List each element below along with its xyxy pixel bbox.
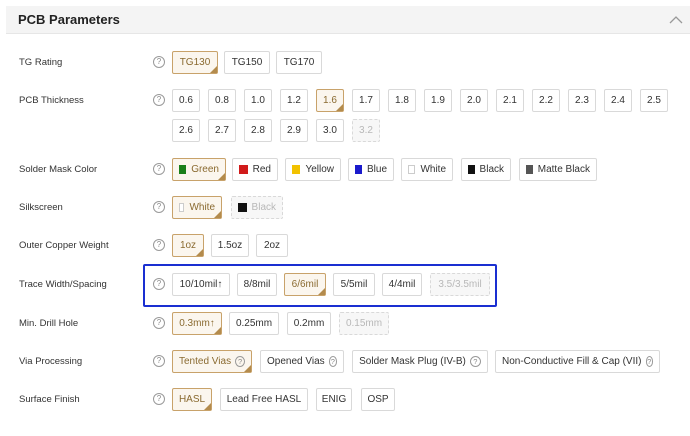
matte-black-swatch-icon — [526, 165, 533, 174]
drill-hole-help-icon[interactable]: ? — [153, 317, 165, 329]
via-option-tented[interactable]: Tented Vias? — [172, 350, 252, 373]
trace-width-label: Trace Width/Spacing — [19, 279, 107, 290]
surface-finish-help-icon[interactable]: ? — [153, 393, 165, 405]
drill-option-0-3mm[interactable]: 0.3mm↑ — [172, 312, 222, 335]
drill-option-0-15mm: 0.15mm — [339, 312, 389, 335]
thickness-option-1-8[interactable]: 1.8 — [388, 89, 416, 112]
finish-option-enig[interactable]: ENIG — [316, 388, 352, 411]
thickness-option-2-5[interactable]: 2.5 — [640, 89, 668, 112]
drill-option-0-2mm[interactable]: 0.2mm — [287, 312, 331, 335]
thickness-option-0-8[interactable]: 0.8 — [208, 89, 236, 112]
thickness-option-0-6[interactable]: 0.6 — [172, 89, 200, 112]
tg-option-tg130[interactable]: TG130 — [172, 51, 218, 74]
thickness-option-2-7[interactable]: 2.7 — [208, 119, 236, 142]
via-processing-help-icon[interactable]: ? — [153, 355, 165, 367]
tg-rating-help-icon[interactable]: ? — [153, 56, 165, 68]
white-swatch-icon — [179, 203, 185, 212]
via-option-opened[interactable]: Opened Vias? — [260, 350, 344, 373]
surface-finish-label: Surface Finish — [19, 394, 80, 405]
black-swatch-icon — [238, 203, 247, 212]
thickness-option-1-9[interactable]: 1.9 — [424, 89, 452, 112]
opened-vias-help-icon[interactable]: ? — [328, 356, 337, 367]
mask-option-black[interactable]: Black — [461, 158, 511, 181]
copper-weight-label: Outer Copper Weight — [19, 240, 109, 251]
mask-option-white[interactable]: White — [401, 158, 453, 181]
mask-option-red[interactable]: Red — [232, 158, 278, 181]
black-swatch-icon — [468, 165, 475, 174]
blue-swatch-icon — [355, 165, 362, 174]
mask-option-yellow[interactable]: Yellow — [285, 158, 341, 181]
mask-option-green[interactable]: Green — [172, 158, 226, 181]
tg-rating-label: TG Rating — [19, 57, 63, 68]
via-processing-label: Via Processing — [19, 356, 83, 367]
thickness-option-2-6[interactable]: 2.6 — [172, 119, 200, 142]
solder-mask-help-icon[interactable]: ? — [153, 163, 165, 175]
thickness-option-1-2[interactable]: 1.2 — [280, 89, 308, 112]
drill-option-0-25mm[interactable]: 0.25mm — [229, 312, 279, 335]
thickness-option-2-2[interactable]: 2.2 — [532, 89, 560, 112]
thickness-option-2-9[interactable]: 2.9 — [280, 119, 308, 142]
finish-option-osp[interactable]: OSP — [361, 388, 395, 411]
tg-option-tg150[interactable]: TG150 — [224, 51, 270, 74]
finish-option-lead-free-hasl[interactable]: Lead Free HASL — [220, 388, 308, 411]
mask-option-matte-black[interactable]: Matte Black — [519, 158, 597, 181]
thickness-option-1-6[interactable]: 1.6 — [316, 89, 344, 112]
thickness-option-2-3[interactable]: 2.3 — [568, 89, 596, 112]
red-swatch-icon — [239, 165, 248, 174]
yellow-swatch-icon — [292, 165, 301, 174]
silk-option-white[interactable]: White — [172, 196, 222, 219]
white-swatch-icon — [408, 165, 416, 174]
thickness-option-3-0[interactable]: 3.0 — [316, 119, 344, 142]
copper-option-1oz[interactable]: 1oz — [172, 234, 204, 257]
thickness-option-2-1[interactable]: 2.1 — [496, 89, 524, 112]
mask-option-blue[interactable]: Blue — [348, 158, 394, 181]
thickness-option-1-7[interactable]: 1.7 — [352, 89, 380, 112]
green-swatch-icon — [179, 165, 187, 174]
pcb-thickness-help-icon[interactable]: ? — [153, 94, 165, 106]
pcb-thickness-label: PCB Thickness — [19, 95, 84, 106]
thickness-option-2-4[interactable]: 2.4 — [604, 89, 632, 112]
thickness-option-2-0[interactable]: 2.0 — [460, 89, 488, 112]
copper-option-1-5oz[interactable]: 1.5oz — [211, 234, 249, 257]
thickness-option-1-0[interactable]: 1.0 — [244, 89, 272, 112]
thickness-option-3-2: 3.2 — [352, 119, 380, 142]
silkscreen-label: Silkscreen — [19, 202, 63, 213]
tg-option-tg170[interactable]: TG170 — [276, 51, 322, 74]
non-conductive-fill-help-icon[interactable]: ? — [645, 356, 653, 367]
solder-mask-plug-help-icon[interactable]: ? — [469, 356, 481, 367]
silkscreen-help-icon[interactable]: ? — [153, 201, 165, 213]
section-header[interactable]: PCB Parameters — [6, 6, 690, 34]
finish-option-hasl[interactable]: HASL — [172, 388, 212, 411]
via-option-non-conductive-fill[interactable]: Non-Conductive Fill & Cap (VII)? — [495, 350, 660, 373]
drill-hole-label: Min. Drill Hole — [19, 318, 79, 329]
via-option-solder-mask-plug[interactable]: Solder Mask Plug (IV-B)? — [352, 350, 488, 373]
trace-width-highlight-box — [143, 264, 497, 307]
chevron-up-icon[interactable] — [666, 10, 686, 30]
copper-option-2oz[interactable]: 2oz — [256, 234, 288, 257]
solder-mask-label: Solder Mask Color — [19, 164, 98, 175]
copper-weight-help-icon[interactable]: ? — [153, 239, 165, 251]
tented-vias-help-icon[interactable]: ? — [235, 356, 245, 367]
thickness-option-2-8[interactable]: 2.8 — [244, 119, 272, 142]
silk-option-black: Black — [231, 196, 283, 219]
section-title: PCB Parameters — [18, 12, 120, 27]
